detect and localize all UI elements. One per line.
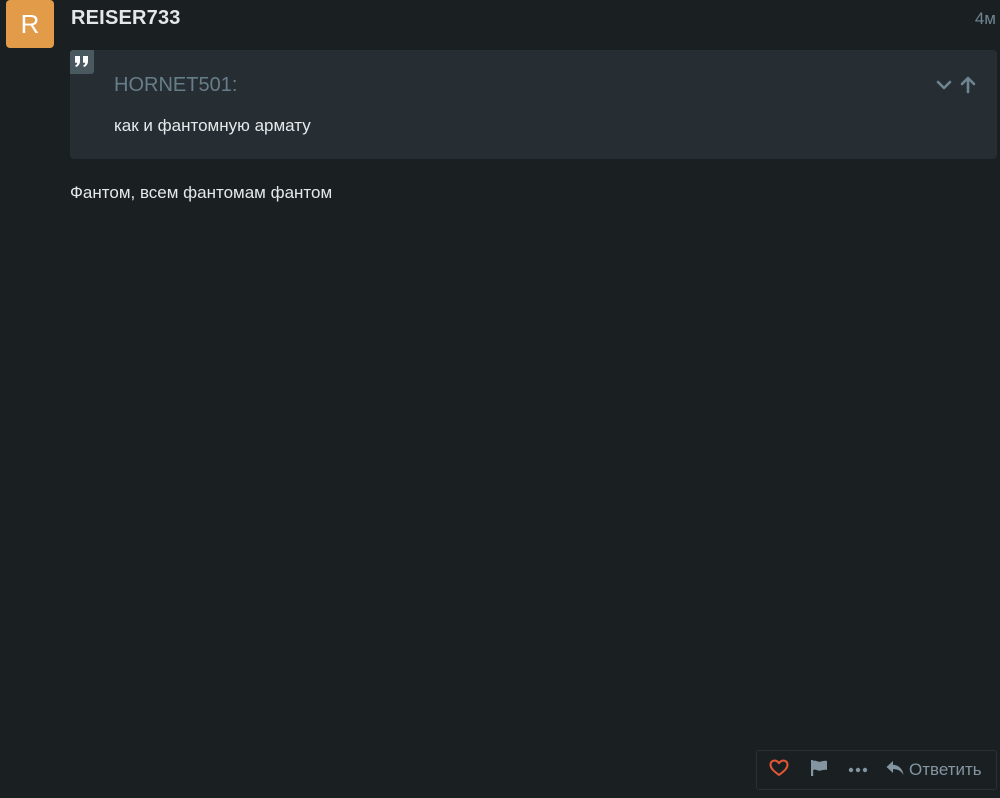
avatar[interactable]: R [6, 0, 54, 48]
quote-author: HORNET501: [114, 74, 238, 96]
arrow-up-icon[interactable] [959, 74, 977, 96]
post: R REISER733 4м HORNET501: как и фантомну… [0, 0, 1000, 798]
reply-button[interactable]: Ответить [877, 751, 982, 789]
reply-label: Ответить [909, 760, 982, 779]
quote-block: HORNET501: как и фантомную армату [70, 50, 997, 159]
heart-icon [769, 759, 789, 782]
quote-controls [935, 74, 977, 96]
quote-icon [70, 50, 94, 74]
username[interactable]: REISER733 [71, 7, 181, 30]
reply-icon [885, 759, 905, 782]
quote-text: как и фантомную армату [114, 116, 311, 135]
more-button[interactable] [839, 751, 877, 789]
post-body: Фантом, всем фантомам фантом [70, 183, 333, 202]
flag-button[interactable] [799, 751, 839, 789]
ellipsis-icon [848, 761, 868, 779]
like-button[interactable] [759, 751, 799, 789]
flag-icon [809, 758, 829, 783]
post-actions: Ответить [756, 750, 997, 790]
chevron-down-icon[interactable] [935, 74, 953, 96]
post-timestamp[interactable]: 4м [975, 9, 996, 29]
